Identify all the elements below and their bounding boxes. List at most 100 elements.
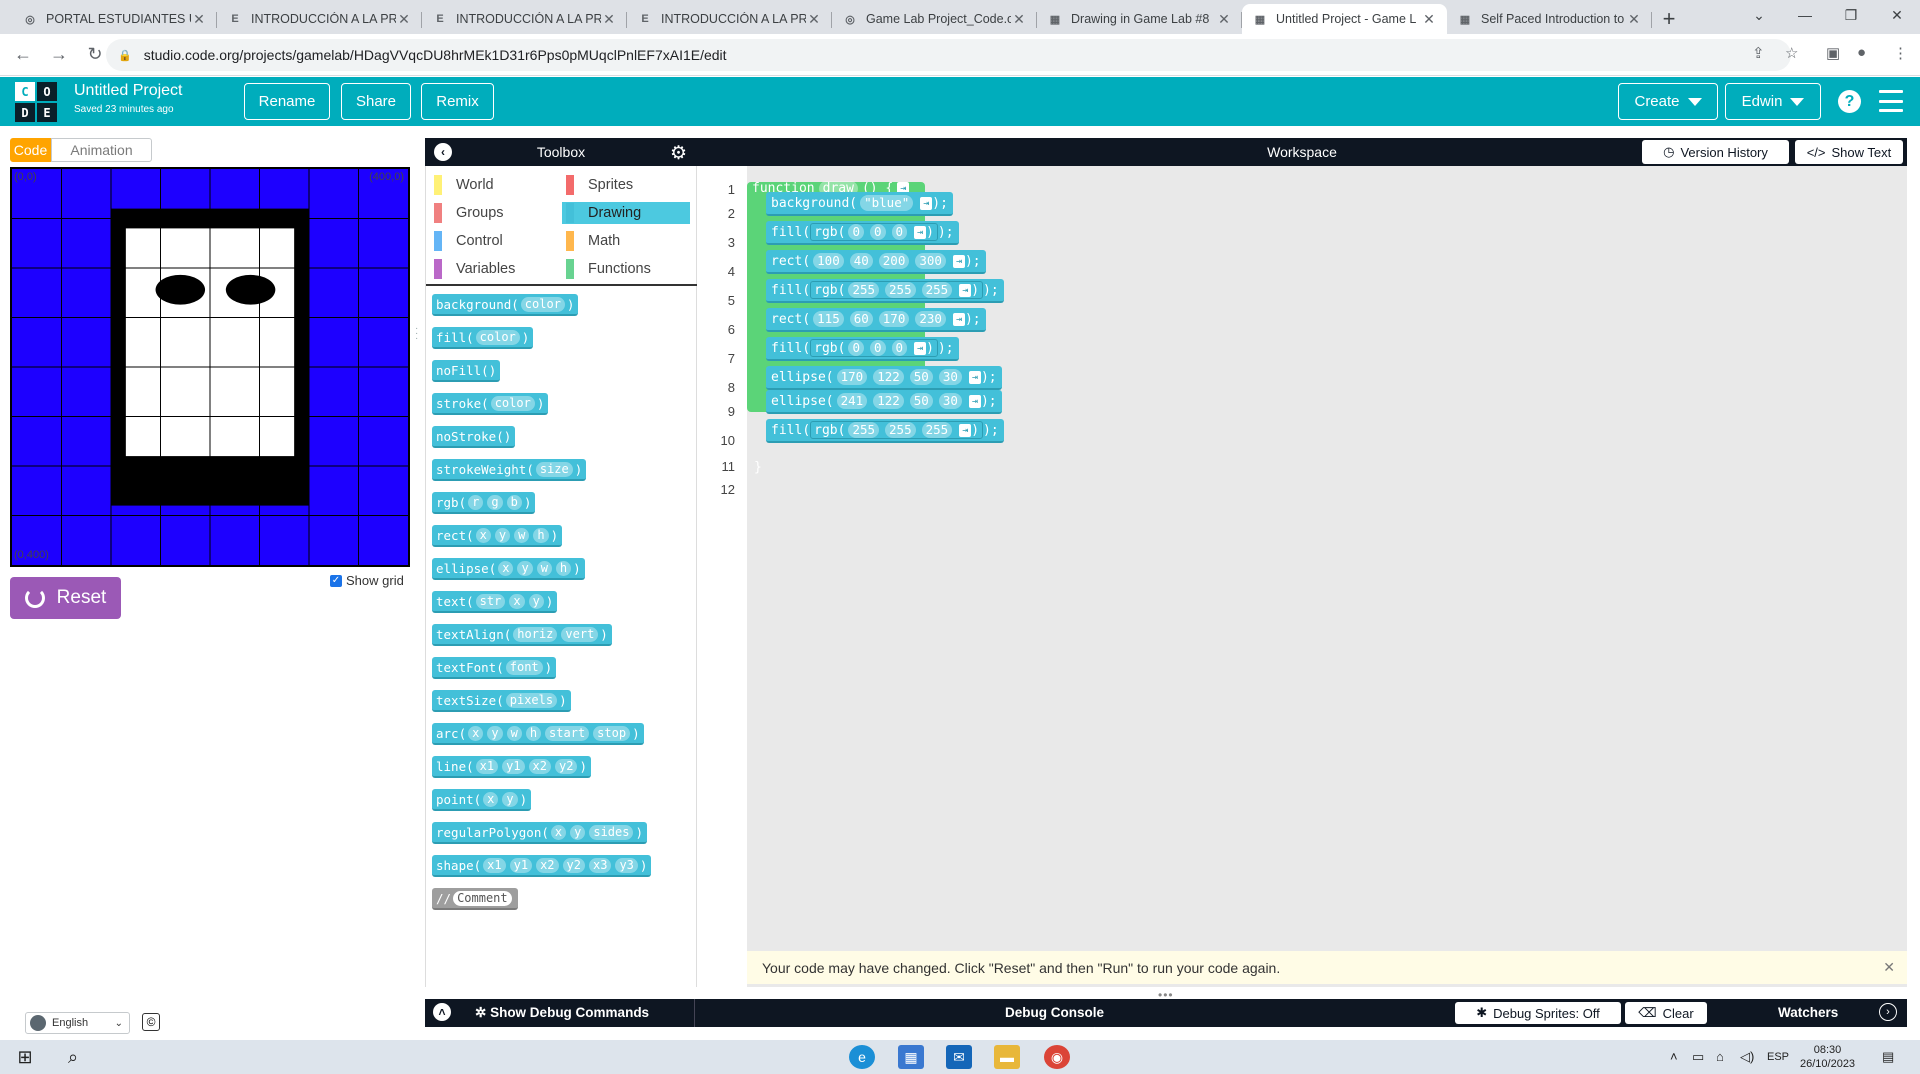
close-icon[interactable]: ✕ [396,11,412,28]
code-arg[interactable]: 122 [873,369,904,385]
store-icon[interactable]: ▦ [898,1045,924,1069]
create-dropdown[interactable]: Create [1618,83,1718,120]
user-dropdown[interactable]: Edwin [1725,83,1821,120]
close-icon[interactable]: ✕ [806,11,822,28]
panel-resize-handle[interactable]: · · · [415,324,419,344]
code-arg[interactable]: 100 [813,253,844,269]
remix-button[interactable]: Remix [421,83,494,120]
browser-tab[interactable]: ◎ PORTAL ESTUDIANTES U ✕ [12,4,217,34]
code-block-fill[interactable]: fill(rgb(255 255 255 ⇥)); [766,419,1004,443]
share-icon[interactable]: ⇪ [1752,44,1765,62]
code-arg[interactable]: 200 [878,253,910,269]
close-icon[interactable]: ✕ [1883,959,1895,976]
gear-icon[interactable]: ⚙ [670,142,687,165]
windows-start-icon[interactable]: ⊞ [12,1045,38,1069]
toolbox-block-line[interactable]: line(x1 y1 x2 y2) [432,756,591,778]
reset-button[interactable]: Reset [10,577,121,619]
code-block-ellipse[interactable]: ellipse(241 122 50 30 ⇥); [766,390,1002,414]
nested-block-rgb[interactable]: rgb(255 255 255 ⇥) [810,281,984,299]
browser-tab[interactable]: ▦ Self Paced Introduction to ✕ [1447,4,1652,34]
code-arg[interactable]: 115 [813,311,844,327]
url-bar[interactable]: 🔒 studio.code.org/projects/gamelab/HDagV… [106,39,1791,71]
chevron-right-icon[interactable]: › [1879,1003,1897,1021]
category-world[interactable]: World [430,174,560,196]
close-icon[interactable]: ✕ [1626,11,1642,28]
category-sprites[interactable]: Sprites [562,174,690,196]
expand-icon[interactable]: ⇥ [959,423,972,437]
code-arg[interactable]: 230 [915,311,946,327]
toolbox-block-strokeWeight[interactable]: strokeWeight(size) [432,459,587,481]
code-arg[interactable]: 30 [938,369,962,385]
category-variables[interactable]: Variables [430,258,560,280]
show-grid-toggle[interactable]: ✓ Show grid [330,573,404,588]
toolbox-block-regularPolygon[interactable]: regularPolygon(x y sides) [432,822,648,844]
clock[interactable]: 08:30 26/10/2023 [1800,1043,1855,1071]
code-arg[interactable]: 255 [848,422,880,438]
expand-icon[interactable]: ⇥ [952,254,965,268]
code-arg[interactable]: 40 [849,253,873,269]
toolbox-block-noFill[interactable]: noFill() [432,360,501,382]
toolbox-block-fill[interactable]: fill(color) [432,327,534,349]
hamburger-menu-icon[interactable] [1879,90,1903,112]
close-window-button[interactable]: ✕ [1874,0,1920,30]
expand-icon[interactable]: ⇥ [914,225,927,239]
profile-icon[interactable]: ● [1857,44,1866,61]
expand-icon[interactable]: ⇥ [968,394,981,408]
back-icon[interactable]: ← [8,40,38,70]
code-org-logo[interactable]: C O D E [15,82,57,122]
rename-button[interactable]: Rename [244,83,330,120]
volume-icon[interactable]: ◁) [1740,1049,1754,1065]
debug-sprites-button[interactable]: ✱ Debug Sprites: Off [1455,1002,1621,1024]
code-arg[interactable]: 50 [909,393,933,409]
folder-icon[interactable]: ▬ [994,1045,1020,1069]
browser-tab[interactable]: E INTRODUCCIÓN A LA PR ✕ [627,4,832,34]
toolbox-block-rect[interactable]: rect(x y w h) [432,525,563,547]
notifications-icon[interactable]: ▤ [1882,1049,1894,1065]
expand-icon[interactable]: ⇥ [959,283,972,297]
code-arg[interactable]: "blue" [860,195,914,211]
code-arg[interactable]: 0 [848,340,864,356]
toolbox-block-textAlign[interactable]: textAlign(horiz vert) [432,624,612,646]
expand-icon[interactable]: ⇥ [920,196,933,210]
code-arg[interactable]: 50 [909,369,933,385]
browser-tab[interactable]: E INTRODUCCIÓN A LA PR ✕ [217,4,422,34]
language-select[interactable]: English ⌄ [25,1012,130,1034]
code-block-fill[interactable]: fill(rgb(255 255 255 ⇥)); [766,279,1004,303]
checkbox-checked-icon[interactable]: ✓ [330,574,342,587]
tray-arrow-icon[interactable]: ˄ [1670,1049,1678,1064]
copyright-button[interactable]: © [142,1013,160,1031]
code-arg[interactable]: 300 [915,253,946,269]
expand-icon[interactable]: ⇥ [968,370,981,384]
restore-button[interactable]: ❐ [1828,0,1874,30]
mail-icon[interactable]: ✉ [946,1045,972,1069]
toolbox-block-noStroke[interactable]: noStroke() [432,426,516,448]
code-arg[interactable]: 255 [885,282,916,298]
code-arg[interactable]: 170 [836,369,868,385]
help-icon[interactable]: ? [1838,90,1861,113]
code-block-rect[interactable]: rect(115 60 170 230 ⇥); [766,308,986,332]
category-control[interactable]: Control [430,230,560,252]
input-language[interactable]: ESP [1767,1051,1789,1063]
code-block-ellipse[interactable]: ellipse(170 122 50 30 ⇥); [766,366,1002,390]
close-icon[interactable]: ✕ [1216,11,1232,28]
code-arg[interactable]: 241 [836,393,868,409]
expand-icon[interactable]: ⇥ [952,312,965,326]
code-arg[interactable]: 0 [891,224,908,240]
code-arg[interactable]: 0 [869,224,886,240]
close-icon[interactable]: ✕ [1011,11,1027,28]
toolbox-block-background[interactable]: background(color) [432,294,579,316]
animation-mode-button[interactable]: Animation [51,138,152,162]
toolbox-block-arc[interactable]: arc(x y w h start stop) [432,723,644,745]
code-block-fill[interactable]: fill(rgb(0 0 0 ⇥)); [766,221,959,245]
browser-tab[interactable]: ▦ Untitled Project - Game L ✕ [1242,4,1447,34]
bookmark-star-icon[interactable]: ☆ [1785,44,1798,62]
show-debug-commands-button[interactable]: ✲ Show Debug Commands [475,1005,649,1021]
version-history-button[interactable]: ◷ Version History [1642,140,1789,164]
clear-button[interactable]: ⌫ Clear [1625,1002,1707,1024]
category-math[interactable]: Math [562,230,690,252]
code-arg[interactable]: 255 [885,422,916,438]
browser-tab[interactable]: ◎ Game Lab Project_Code.o ✕ [832,4,1037,34]
code-arg[interactable]: 255 [848,282,880,298]
nested-block-rgb[interactable]: rgb(0 0 0 ⇥) [810,339,938,357]
toolbox-block-stroke[interactable]: stroke(color) [432,393,549,415]
